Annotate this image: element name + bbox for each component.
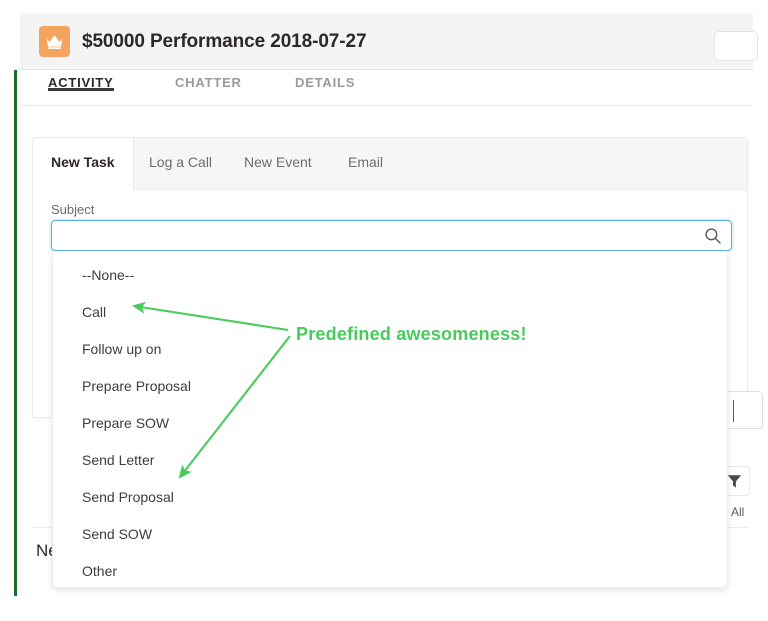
search-icon[interactable]: [704, 227, 722, 245]
composer-tab-new-task[interactable]: New Task: [51, 154, 115, 170]
funnel-icon: [727, 475, 742, 488]
list-item-none[interactable]: --None--: [53, 257, 727, 294]
tab-details-label: DETAILS: [295, 75, 356, 90]
crown-icon: [39, 26, 70, 57]
tab-details[interactable]: DETAILS: [295, 75, 355, 90]
composer-tab-log-a-call[interactable]: Log a Call: [149, 154, 212, 170]
composer-tab-new-event[interactable]: New Event: [244, 154, 312, 170]
annotation-text: Predefined awesomeness!: [296, 324, 527, 344]
list-item-send-letter[interactable]: Send Letter: [53, 442, 727, 479]
app-screenshot: $50000 Performance 2018-07-27 ACTIVITY C…: [0, 0, 768, 621]
tab-activity-underline: [48, 88, 114, 91]
search-input[interactable]: [60, 221, 700, 250]
subject-field-label: Subject: [51, 202, 95, 217]
composer-tab-email[interactable]: Email: [348, 154, 383, 170]
list-item-send-proposal[interactable]: Send Proposal: [53, 479, 727, 516]
list-item-prepare-proposal[interactable]: Prepare Proposal: [53, 368, 727, 405]
list-item-prepare-sow[interactable]: Prepare SOW: [53, 405, 727, 442]
filter-all-label: All: [731, 505, 745, 519]
list-item-other[interactable]: Other: [53, 553, 727, 587]
primary-tabbar: ACTIVITY CHATTER DETAILS: [20, 70, 753, 106]
composer-tabstrip: New Task Log a Call New Event Email: [33, 138, 747, 190]
tab-activity[interactable]: ACTIVITY: [48, 75, 114, 91]
tab-chatter-label: CHATTER: [175, 75, 242, 90]
tab-chatter[interactable]: CHATTER: [175, 75, 242, 90]
list-item-send-sow[interactable]: Send SOW: [53, 516, 727, 553]
subject-picklist-dropdown[interactable]: --None-- Call Follow up on Prepare Propo…: [52, 251, 728, 588]
record-header: $50000 Performance 2018-07-27: [20, 13, 758, 70]
page-title: $50000 Performance 2018-07-27: [82, 31, 367, 52]
left-green-rail: [14, 70, 17, 596]
header-corner-button[interactable]: [714, 31, 758, 61]
subject-combobox[interactable]: [51, 220, 732, 251]
text-caret: [733, 400, 734, 422]
